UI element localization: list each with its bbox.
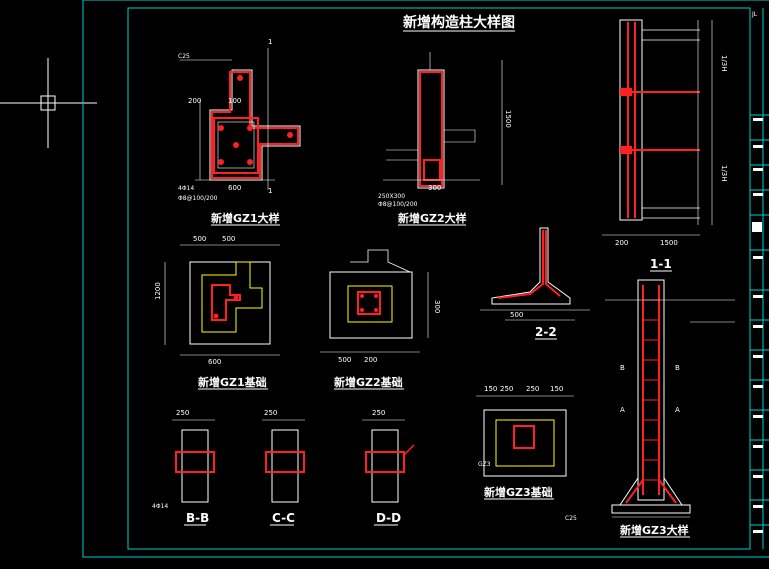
gz2-detail-title: 新增GZ2大样	[398, 211, 467, 225]
gz1-dim-100: 100	[228, 97, 241, 105]
gz1f-dim-1200: 1200	[154, 282, 162, 300]
s22-dim-500: 500	[510, 311, 523, 319]
section-d-d-title: D-D	[376, 511, 401, 525]
gz3-marker-b: B	[620, 364, 625, 372]
s11-dim-1500: 1500	[660, 239, 678, 247]
bb-note-4d14: 4Φ14	[152, 503, 168, 510]
gz3-marker-a2: A	[675, 406, 680, 414]
section-c-c-title: C-C	[272, 511, 295, 525]
gz2f-dim-500: 500	[338, 356, 351, 364]
gz3f-note-gz3: GZ3	[478, 461, 491, 468]
gz1-dim-600: 600	[228, 184, 241, 192]
gz2-dim-1500: 1500	[504, 110, 512, 128]
gz3f-dim-150a: 150	[484, 385, 497, 393]
s11-dim-1-3h-top: 1/3H	[720, 55, 728, 72]
gz1-note-stirrup: Φ8@100/200	[178, 195, 218, 202]
gz3-detail-title: 新增GZ3大样	[620, 523, 689, 537]
gz1-marker-1b: 1	[268, 187, 272, 195]
section-1-1-title: 1-1	[650, 257, 672, 271]
gz3f-dim-150b: 150	[550, 385, 563, 393]
gz2-note-size: 250X300	[378, 193, 405, 200]
gz2-foundation-title: 新增GZ2基础	[334, 375, 403, 389]
cc-dim-250: 250	[264, 409, 277, 417]
gz1-marker-1: 1	[268, 38, 272, 46]
gz3-foundation-title: 新增GZ3基础	[484, 485, 553, 499]
gz1-note-4d14: 4Φ14	[178, 185, 194, 192]
gz3-marker-b2: B	[675, 364, 680, 372]
section-2-2-title: 2-2	[535, 325, 557, 339]
s11-dim-200: 200	[615, 239, 628, 247]
gz1-note-c25: C25	[178, 53, 190, 60]
gz2f-dim-200: 200	[364, 356, 377, 364]
gz3-marker-a: A	[620, 406, 625, 414]
gz3f-dim-250b: 250	[526, 385, 539, 393]
gz1-dim-200: 200	[188, 97, 201, 105]
dd-dim-250: 250	[372, 409, 385, 417]
section-b-b-title: B-B	[186, 511, 209, 525]
gz3f-dim-250a: 250	[500, 385, 513, 393]
gz2f-dim-300: 300	[433, 300, 441, 313]
gz1f-dim-500a: 500	[193, 235, 206, 243]
drawing-background	[0, 0, 769, 569]
cad-drawing-canvas[interactable]: JL 新增构造柱大样图 200 100 600 1 1 C25 4Φ14 Φ8@…	[0, 0, 769, 569]
gz1f-dim-600: 600	[208, 358, 221, 366]
gz1f-dim-500b: 500	[222, 235, 235, 243]
main-title: 新增构造柱大样图	[403, 14, 515, 31]
bb-dim-250: 250	[176, 409, 189, 417]
gz3-note-c25: C25	[565, 515, 577, 522]
s11-dim-1-3h-bottom: 1/3H	[720, 165, 728, 182]
gz2-dim-300: 300	[428, 184, 441, 192]
gz2-note-stirrup: Φ8@100/200	[378, 201, 418, 208]
corner-label: JL	[751, 11, 758, 18]
gz1-foundation-title: 新增GZ1基础	[198, 375, 267, 389]
gz1-detail-title: 新增GZ1大样	[211, 211, 280, 225]
